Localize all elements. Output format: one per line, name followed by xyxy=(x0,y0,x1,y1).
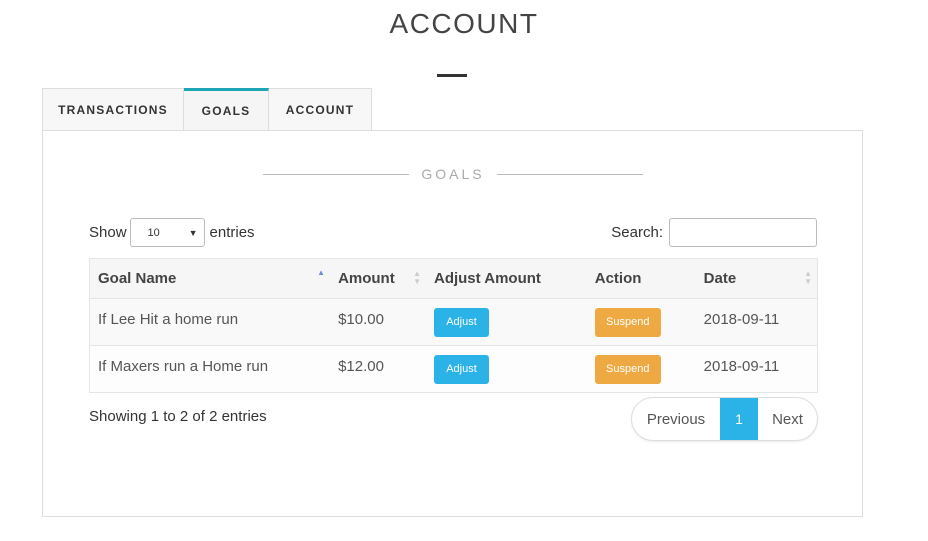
table-row: If Maxers run a Home run $12.00 Adjust S… xyxy=(89,345,818,393)
goal-name-cell: If Maxers run a Home run xyxy=(89,345,331,393)
search-control: Search: xyxy=(611,217,817,247)
tab-account[interactable]: ACCOUNT xyxy=(269,88,372,131)
column-header-amount[interactable]: Amount ▲ ▼ xyxy=(330,258,426,299)
column-header-action: Action xyxy=(586,258,696,299)
entries-length-control: Show 10 ▼ entries xyxy=(89,218,255,247)
date-cell: 2018-09-11 xyxy=(695,345,818,393)
search-label: Search: xyxy=(611,223,663,241)
caret-down-icon: ▼ xyxy=(188,227,198,238)
pagination: Previous 1 Next xyxy=(631,397,818,441)
tab-panel: GOALS Show 10 ▼ entries Search: Goal Nam… xyxy=(42,130,863,517)
title-underline xyxy=(437,74,467,77)
adjust-cell: Adjust xyxy=(426,299,587,346)
page-title: ACCOUNT xyxy=(389,8,539,39)
previous-page-button[interactable]: Previous xyxy=(632,398,720,440)
table-info: Showing 1 to 2 of 2 entries xyxy=(89,408,267,425)
action-cell: Suspend xyxy=(587,299,696,346)
adjust-button[interactable]: Adjust xyxy=(433,308,489,337)
page-1-button[interactable]: 1 xyxy=(720,398,758,440)
entries-select[interactable]: 10 ▼ xyxy=(129,218,205,247)
column-header-label: Adjust Amount xyxy=(433,270,541,287)
next-page-button[interactable]: Next xyxy=(758,398,817,440)
column-header-goal-name[interactable]: Goal Name ▲ xyxy=(89,258,331,299)
adjust-button[interactable]: Adjust xyxy=(433,355,489,384)
date-cell: 2018-09-11 xyxy=(695,298,818,346)
goal-name-cell: If Lee Hit a home run xyxy=(89,298,331,346)
suspend-button[interactable]: Suspend xyxy=(594,355,661,384)
tab-bar: TRANSACTIONS GOALS ACCOUNT xyxy=(42,88,372,131)
heading-line-right xyxy=(496,173,643,175)
tab-goals[interactable]: GOALS xyxy=(184,88,269,131)
section-heading: GOALS xyxy=(263,164,643,184)
heading-line-left xyxy=(263,173,410,175)
show-label: Show xyxy=(89,224,127,241)
goals-table: Goal Name ▲ Amount ▲ ▼ Adjust Amount Acti… xyxy=(89,258,818,393)
entries-label: entries xyxy=(209,224,255,241)
table-header-row: Goal Name ▲ Amount ▲ ▼ Adjust Amount Acti… xyxy=(89,258,818,299)
section-heading-label: GOALS xyxy=(421,166,485,182)
sort-both-icon: ▲ ▼ xyxy=(413,269,421,286)
column-header-label: Amount xyxy=(338,270,395,287)
tab-transactions[interactable]: TRANSACTIONS xyxy=(42,88,184,131)
column-header-adjust-amount: Adjust Amount xyxy=(425,258,587,299)
table-row: If Lee Hit a home run $10.00 Adjust Susp… xyxy=(89,298,818,346)
sort-both-icon: ▲ ▼ xyxy=(804,269,812,286)
entries-select-value: 10 xyxy=(147,226,160,239)
adjust-cell: Adjust xyxy=(426,346,587,393)
amount-cell: $12.00 xyxy=(338,358,384,375)
column-header-date[interactable]: Date ▲ ▼ xyxy=(695,258,818,299)
amount-cell: $10.00 xyxy=(338,311,384,328)
column-header-label: Action xyxy=(594,270,642,287)
column-header-label: Date xyxy=(703,270,737,287)
column-header-label: Goal Name xyxy=(98,270,177,287)
suspend-button[interactable]: Suspend xyxy=(594,308,661,337)
action-cell: Suspend xyxy=(587,346,696,393)
search-input[interactable] xyxy=(669,217,817,247)
sort-ascending-icon: ▲ xyxy=(317,268,326,277)
